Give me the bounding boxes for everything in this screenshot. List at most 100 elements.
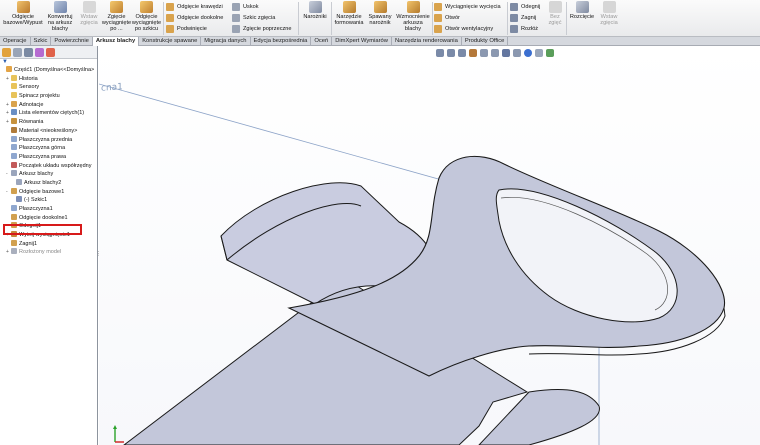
corners-button[interactable]: Narożniki — [300, 1, 330, 20]
hem-button[interactable]: Podwinięcie — [166, 23, 207, 34]
forming-tool-button[interactable]: Narzędzie formowania — [333, 1, 365, 26]
no-bends-icon — [548, 1, 562, 13]
tree-item[interactable]: Sensory — [0, 83, 97, 92]
tree-item-label: Arkusz blachy2 — [24, 179, 62, 186]
tree-item[interactable]: - Arkusz blachy — [0, 170, 97, 179]
ribbon-separator — [163, 2, 164, 35]
feature-tree-icon[interactable] — [2, 47, 11, 57]
vent-button[interactable]: Otwór wentylacyjny — [434, 23, 493, 34]
tab-5[interactable]: Migracja danych — [201, 37, 251, 46]
fold-button[interactable]: Zagnij — [510, 12, 536, 23]
feat-icon — [11, 187, 17, 194]
base-flange-icon — [16, 1, 30, 13]
tree-item[interactable]: + Lista elementów ciętych(1) — [0, 109, 97, 118]
tree-item[interactable]: Płaszczyzna przednia — [0, 135, 97, 145]
zoom-to-area-icon[interactable] — [447, 49, 455, 57]
flat-icon — [11, 248, 17, 255]
flatten-button[interactable]: Rozłóż — [510, 23, 538, 34]
dimxpert-manager-icon[interactable] — [35, 47, 44, 57]
tree-item[interactable]: - Odgięcie bazowe1 — [0, 187, 97, 197]
insert-bends-2-button[interactable]: Wstaw zgięcia — [597, 1, 621, 26]
mat-icon — [11, 126, 17, 133]
tab-7[interactable]: Oceń — [311, 37, 333, 46]
property-manager-icon[interactable] — [13, 47, 22, 57]
tab-8[interactable]: DimXpert Wymiarów — [332, 37, 392, 46]
ribbon-separator — [566, 2, 567, 35]
tree-item[interactable]: Płaszczyzna prawa — [0, 152, 97, 162]
tree-item[interactable]: Materiał <nieokreślony> — [0, 126, 97, 136]
highlighted-feature-box — [3, 224, 82, 235]
tab-9[interactable]: Narzędzia renderowania — [392, 37, 462, 46]
sheet-metal-gusset-button[interactable]: Wzmocnienie arkusza blachy — [395, 1, 431, 32]
convert-sheet-metal-icon — [53, 1, 67, 13]
hide-show-items-icon[interactable] — [513, 49, 521, 57]
fold-icon — [510, 13, 518, 22]
folder-icon — [11, 83, 17, 90]
tree-item[interactable]: (-) Szkic1 — [0, 196, 97, 205]
tab-6[interactable]: Edycja bezpośrednia — [251, 37, 312, 46]
tab-3[interactable]: Arkusz blachy — [92, 37, 140, 46]
extruded-cut-button[interactable]: Wyciągnięcie wycięcia — [434, 1, 501, 12]
lofted-bend-button[interactable]: Zgięcie wyciągnięte po ... — [102, 1, 131, 32]
sheet-metal-gusset-icon — [406, 1, 420, 13]
zoom-to-fit-icon[interactable] — [436, 49, 444, 57]
view-orientation-icon[interactable] — [491, 49, 499, 57]
tree-item-label: Płaszczyzna prawa — [19, 153, 67, 160]
rip-button[interactable]: Rozcięcie — [568, 1, 596, 20]
tree-item[interactable]: Zagnij1 — [0, 239, 97, 249]
ribbon-separator — [432, 2, 433, 35]
jog-button[interactable]: Uskok — [232, 1, 259, 12]
graphics-area[interactable]: cna1 — [99, 46, 760, 445]
tree-item[interactable]: Płaszczyzna górna — [0, 144, 97, 153]
tree-item[interactable]: Arkusz blachy2 — [0, 178, 97, 188]
plane-label: cna1 — [101, 82, 123, 94]
tree-item[interactable]: + Rozłożony model — [0, 248, 97, 257]
tree-item[interactable]: + Adnotacje — [0, 100, 97, 110]
tree-item-label: Historia — [19, 75, 38, 82]
cross-break-button[interactable]: Zgięcie poprzeczne — [232, 23, 292, 34]
tab-2[interactable]: Powierzchnie — [51, 37, 93, 46]
tab-1[interactable]: Szkic — [31, 37, 52, 46]
previous-view-icon[interactable] — [458, 49, 466, 57]
tree-item-label: Początek układu współrzędny — [19, 162, 92, 169]
base-flange-button[interactable]: Odgięcie bazowe/Wypust — [3, 1, 43, 26]
miter-flange-button[interactable]: Odgięcie dookolne — [166, 12, 223, 23]
no-bends-button[interactable]: Bez zgięć — [546, 1, 564, 26]
tab-10[interactable]: Produkty Office — [462, 37, 509, 46]
unfold-button[interactable]: Odegnij — [510, 1, 540, 12]
apply-scene-icon[interactable] — [535, 49, 543, 57]
dynamic-annotation-icon[interactable] — [480, 49, 488, 57]
display-style-icon[interactable] — [502, 49, 510, 57]
edit-appearance-icon[interactable] — [524, 49, 532, 57]
tree-item[interactable]: Część1 (Domyślna<<Domyślna> — [0, 66, 97, 75]
convert-to-sheet-metal-button[interactable]: Konwertuj na arkusz blachy — [44, 1, 76, 32]
vent-icon — [434, 24, 442, 33]
tree-item[interactable]: + Równania — [0, 118, 97, 127]
insert-bends-2-icon — [602, 1, 616, 13]
display-manager-icon[interactable] — [46, 47, 55, 57]
origin-icon — [11, 161, 17, 168]
tree-item[interactable]: Spinacz projektu — [0, 92, 97, 101]
edge-flange-button[interactable]: Odgięcie krawędzi — [166, 1, 223, 12]
sketched-bend-small-button[interactable]: Szkic zgięcia — [232, 12, 275, 23]
view-settings-icon[interactable] — [546, 49, 554, 57]
filter-icon[interactable]: ▼ — [0, 59, 97, 66]
hole-icon — [434, 13, 442, 22]
edge-flange-icon — [166, 2, 174, 11]
forming-tool-icon — [342, 1, 356, 13]
sketched-bend-button[interactable]: Odgięcie wyciągnięte po szkicu — [132, 1, 161, 32]
eq-icon — [11, 118, 17, 125]
tree-item[interactable]: + Historia — [0, 74, 97, 84]
section-view-icon[interactable] — [469, 49, 477, 57]
tree-item[interactable]: Płaszczyzna1 — [0, 205, 97, 214]
insert-bends-button[interactable]: Wstaw zgięcia — [77, 1, 101, 26]
hole-button[interactable]: Otwór — [434, 12, 460, 23]
welded-corner-button[interactable]: Spawany narożnik — [366, 1, 394, 26]
feature-manager-panel: ▼ Część1 (Domyślna<<Domyślna> + Historia Se… — [0, 46, 101, 445]
configuration-manager-icon[interactable] — [24, 47, 33, 57]
tree-item[interactable]: Początek układu współrzędny — [0, 161, 97, 171]
list-icon — [11, 109, 17, 116]
tree-item[interactable]: Odgięcie dookolne1 — [0, 213, 97, 223]
tab-0[interactable]: Operacje — [0, 37, 31, 46]
tab-4[interactable]: Konstrukcje spawane — [139, 37, 202, 46]
